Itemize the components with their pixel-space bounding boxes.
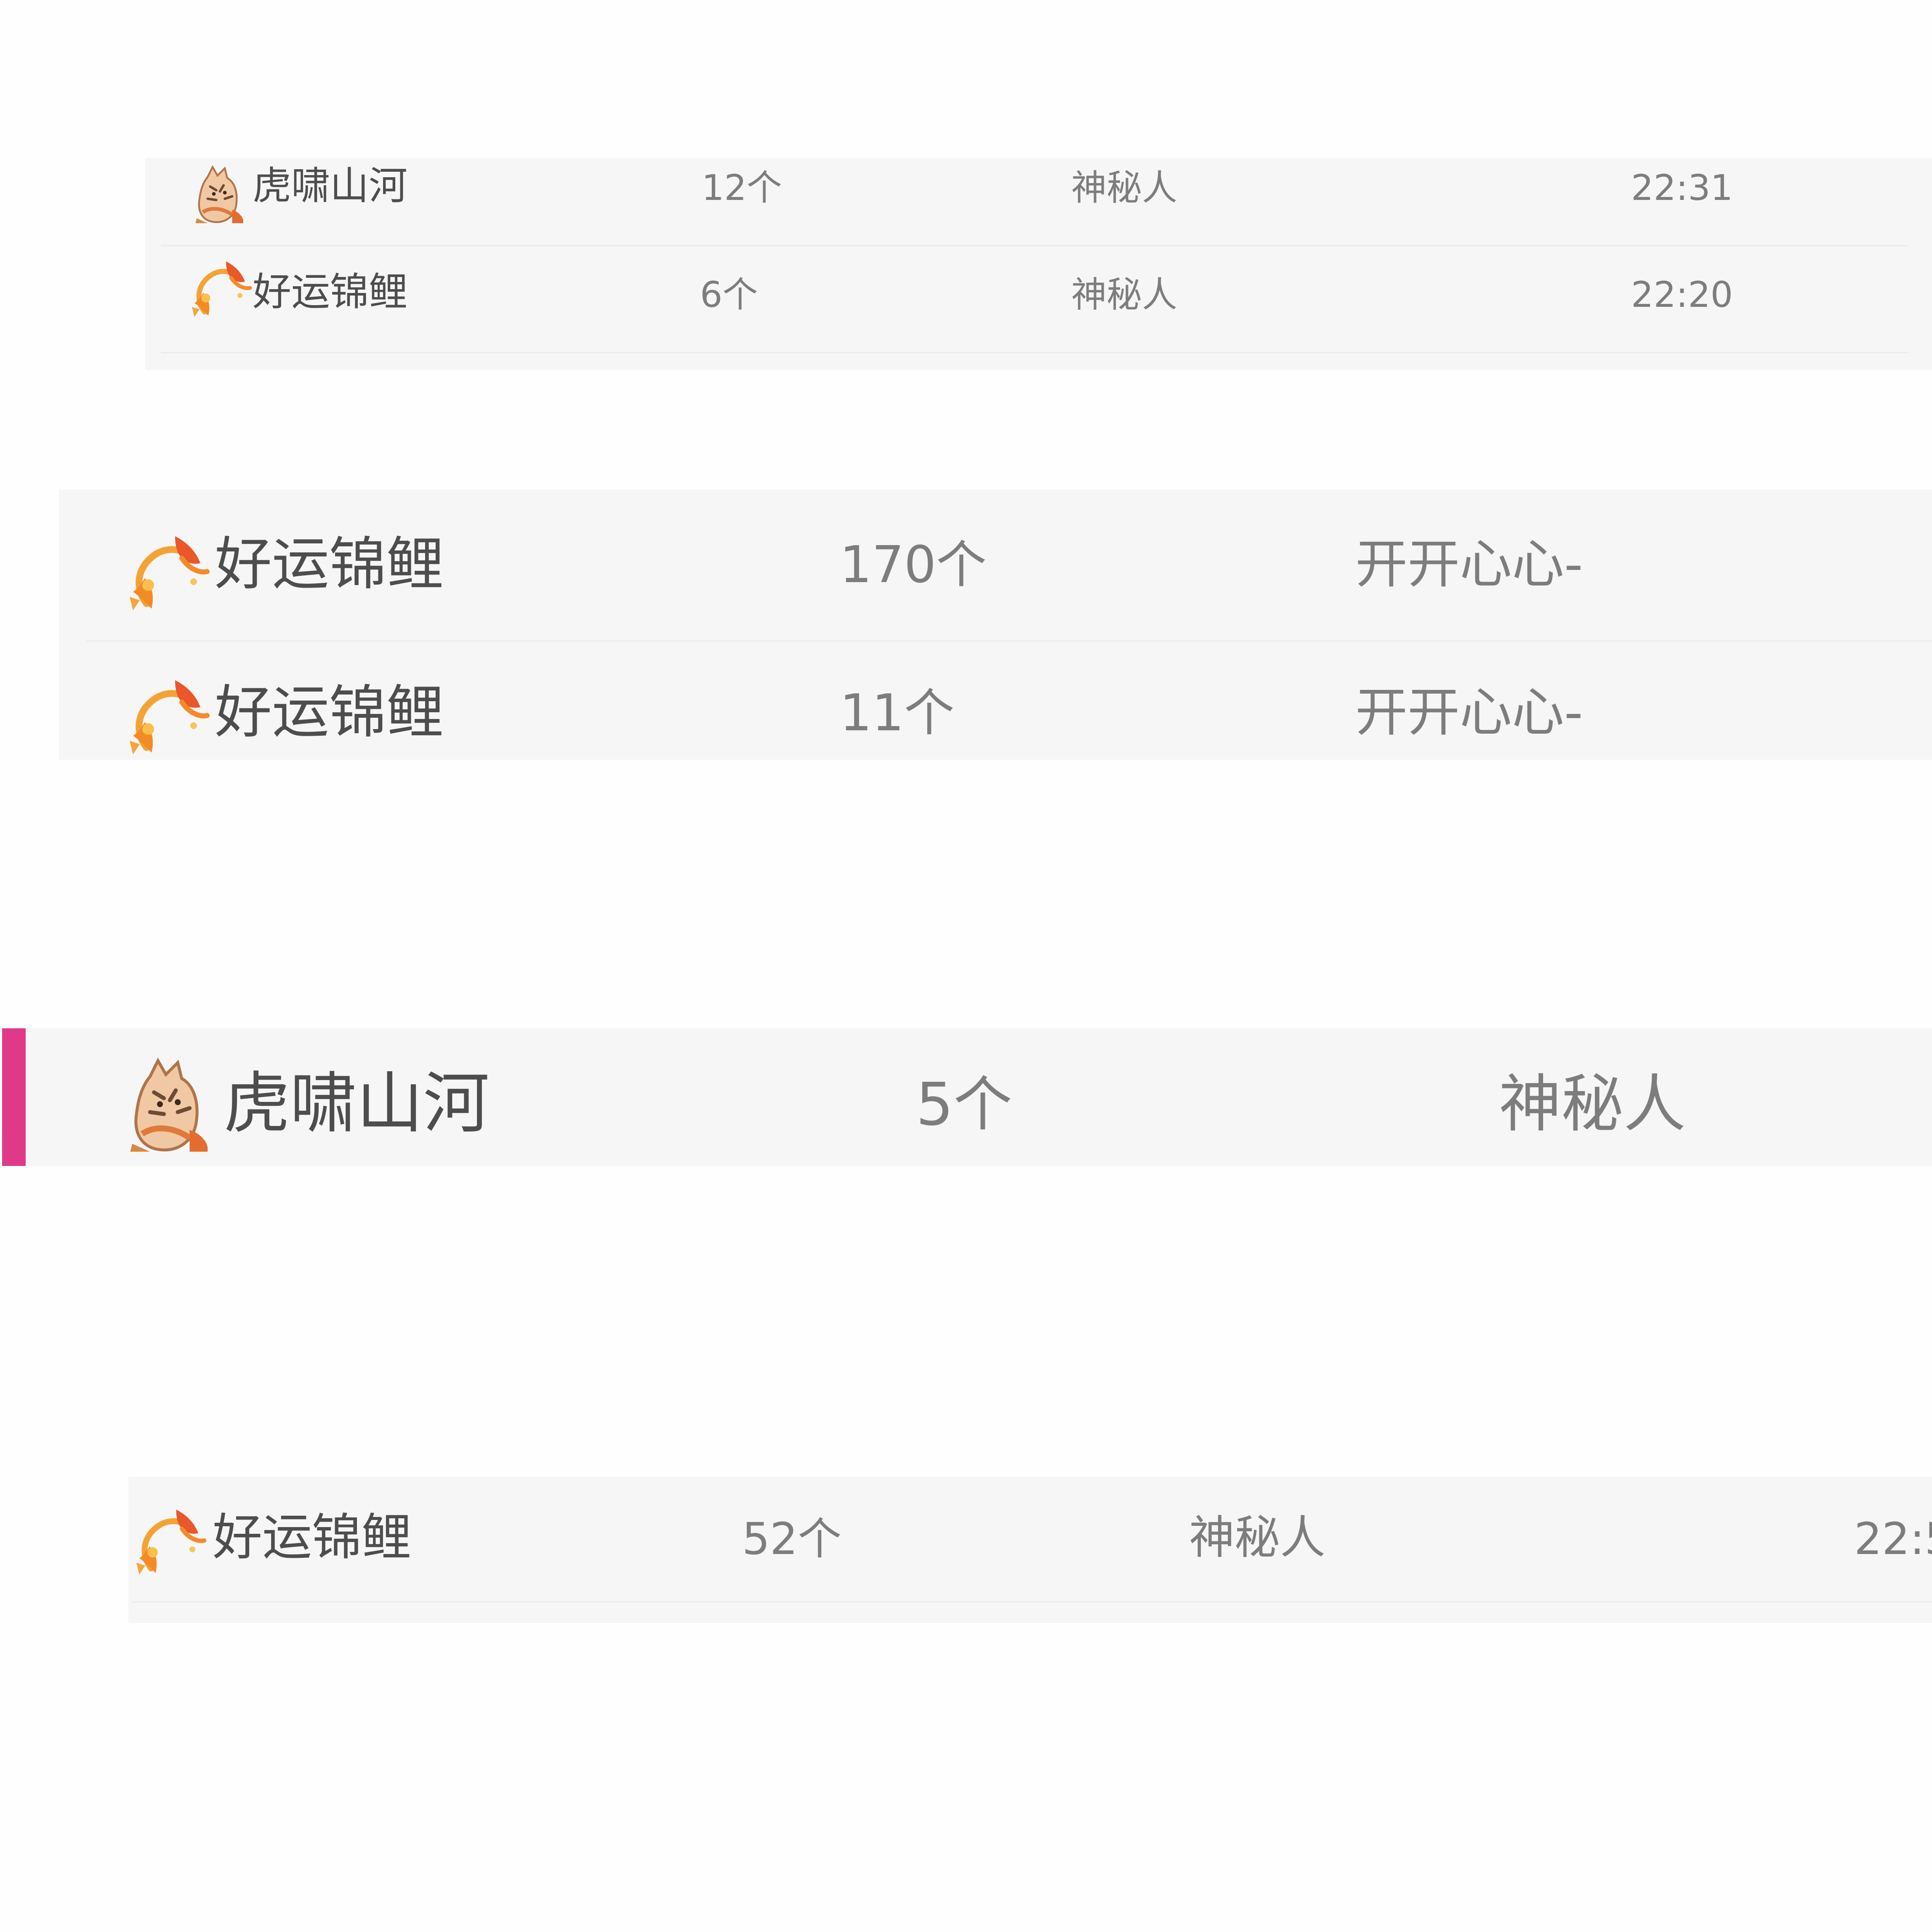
sender-name: 开开心心- <box>1355 682 1583 743</box>
gift-row: 好运锦鲤 170个 开开心心- <box>59 490 1932 641</box>
tiger-gift-icon <box>189 162 250 228</box>
send-time: 22:5 <box>1854 1513 1932 1565</box>
gift-list-panel-2: 好运锦鲤 170个 开开心心- 好运锦鲤 11个 开开心心- <box>59 490 1932 760</box>
sender-name: 神秘人 <box>1189 1512 1326 1564</box>
row-divider <box>86 640 1932 641</box>
koi-gift-icon <box>133 1498 207 1583</box>
row-divider <box>161 352 1908 353</box>
sender-name: 神秘人 <box>1071 274 1178 315</box>
row-divider <box>133 1601 1932 1602</box>
gift-name: 好运锦鲤 <box>215 531 444 598</box>
gift-name: 虎啸山河 <box>253 163 408 208</box>
gift-list-panel-3: 虎啸山河 5个 神秘人 <box>26 1028 1932 1166</box>
gift-list-panel-4: 好运锦鲤 52个 神秘人 22:5 <box>128 1477 1932 1623</box>
koi-gift-icon <box>126 671 210 760</box>
gift-count: 12个 <box>702 167 782 208</box>
koi-gift-icon <box>126 525 210 618</box>
gift-count: 5个 <box>916 1070 1013 1139</box>
gift-row: 好运锦鲤 52个 神秘人 22:5 <box>128 1477 1932 1603</box>
gift-list-panel-1: 虎啸山河 12个 神秘人 22:31 好运锦鲤 6个 神秘人 22:20 <box>145 158 1932 370</box>
selected-row-indicator <box>2 1028 26 1166</box>
row-divider <box>161 245 1908 246</box>
gift-count: 11个 <box>840 684 955 742</box>
tiger-gift-icon <box>120 1054 219 1159</box>
gift-count: 52个 <box>742 1513 842 1565</box>
gift-row: 好运锦鲤 6个 神秘人 22:20 <box>145 247 1932 354</box>
sender-name: 神秘人 <box>1071 167 1178 208</box>
send-time: 22:31 <box>1631 167 1733 208</box>
send-time: 22:20 <box>1631 274 1733 315</box>
gift-name: 好运锦鲤 <box>253 269 408 314</box>
koi-gift-icon <box>189 254 253 322</box>
gift-row: 虎啸山河 5个 神秘人 <box>26 1028 1932 1166</box>
sender-name: 开开心心- <box>1355 534 1583 595</box>
gift-name: 好运锦鲤 <box>215 679 444 746</box>
gift-row: 好运锦鲤 11个 开开心心- <box>59 642 1932 760</box>
gift-count: 6个 <box>700 274 758 315</box>
gift-count: 170个 <box>840 536 987 594</box>
gift-name: 虎啸山河 <box>224 1065 490 1142</box>
gift-name: 好运锦鲤 <box>213 1508 412 1566</box>
sender-name: 神秘人 <box>1499 1068 1686 1140</box>
